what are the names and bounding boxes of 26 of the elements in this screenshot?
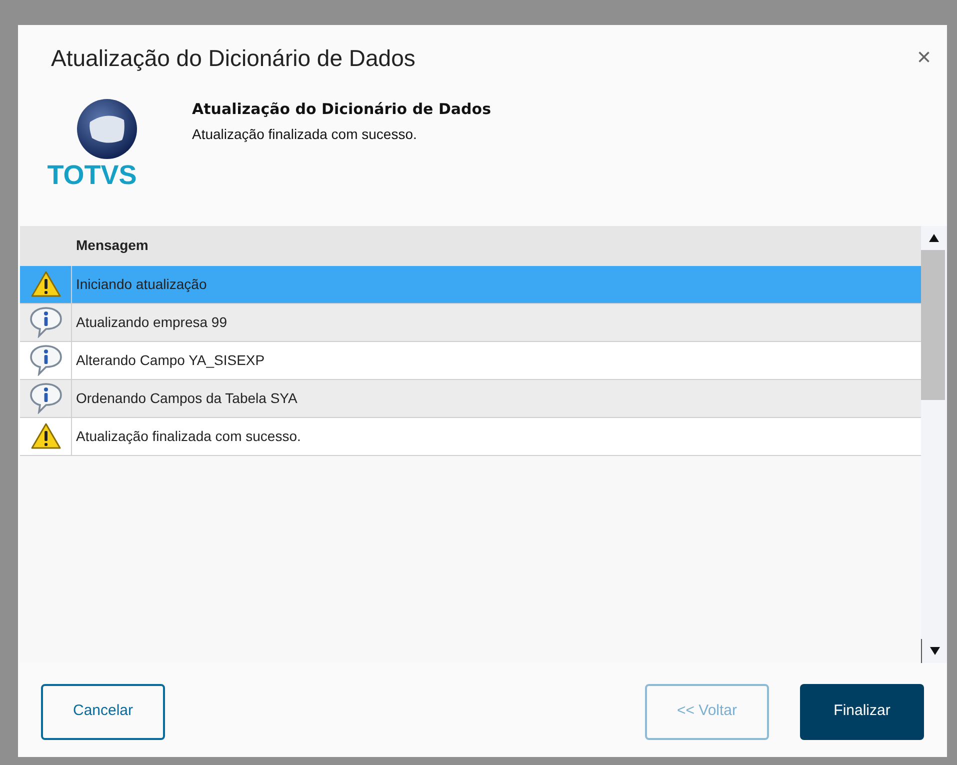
- logo-icon: [76, 98, 138, 160]
- finish-button[interactable]: Finalizar: [800, 684, 924, 740]
- scrollbar[interactable]: [921, 226, 947, 662]
- table-row[interactable]: Atualizando empresa 99: [20, 304, 921, 342]
- table-row[interactable]: Alterando Campo YA_SISEXP: [20, 342, 921, 380]
- logo-text: TOTVS: [47, 162, 137, 188]
- info-icon: [28, 382, 62, 414]
- column-header: Mensagem: [75, 236, 148, 255]
- table-cell-text: Atualizando empresa 99: [75, 312, 227, 332]
- table-row[interactable]: Ordenando Campos da Tabela SYA: [20, 380, 921, 418]
- header-title: Atualização do Dicionário de Dados: [192, 98, 491, 120]
- header-subtitle: Atualização finalizada com sucesso.: [192, 125, 418, 144]
- info-icon: [28, 306, 62, 338]
- cancel-button[interactable]: Cancelar: [41, 684, 165, 740]
- warning-icon: [30, 270, 62, 298]
- table-cell-text: Atualização finalizada com sucesso.: [75, 426, 301, 446]
- warning-icon: [30, 422, 62, 450]
- table-row[interactable]: Atualização finalizada com sucesso.: [20, 418, 921, 456]
- close-button[interactable]: ×: [916, 46, 931, 70]
- table-cell-text: Iniciando atualização: [75, 274, 207, 294]
- info-icon: [28, 344, 62, 376]
- scroll-thumb[interactable]: [921, 250, 945, 400]
- dialog-title: Atualização do Dicionário de Dados: [51, 44, 416, 73]
- table-cell-text: Alterando Campo YA_SISEXP: [75, 350, 265, 370]
- table-row[interactable]: Iniciando atualização: [20, 266, 921, 304]
- table-cell-text: Ordenando Campos da Tabela SYA: [75, 388, 298, 408]
